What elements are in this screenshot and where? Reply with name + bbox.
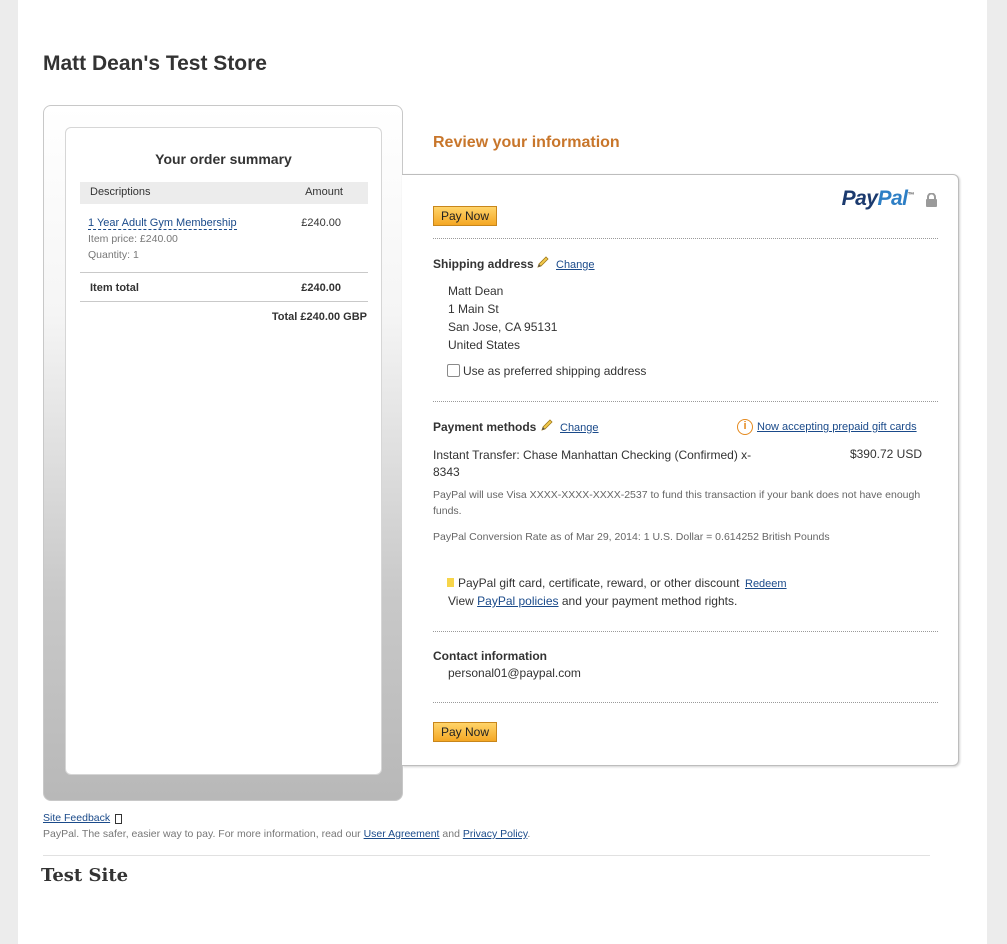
item-total-label: Item total: [90, 282, 139, 294]
payment-amount: $390.72 USD: [849, 447, 922, 461]
preferred-address-label[interactable]: Use as preferred shipping address: [463, 364, 646, 378]
col-descriptions: Descriptions: [90, 186, 151, 198]
payment-method-text: Instant Transfer: Chase Manhattan Checki…: [433, 448, 752, 479]
privacy-policy-link[interactable]: Privacy Policy: [463, 828, 528, 840]
shipping-address-heading: Shipping address: [433, 257, 534, 271]
divider: [80, 272, 368, 273]
lock-icon: [926, 193, 937, 207]
gift-cards-link[interactable]: Now accepting prepaid gift cards: [757, 421, 917, 433]
policy-suffix: and your payment method rights.: [558, 594, 738, 608]
paypal-policies-link[interactable]: PayPal policies: [477, 594, 558, 608]
logo-pal: Pal: [877, 187, 908, 210]
footer-text: PayPal. The safer, easier way to pay. Fo…: [43, 828, 530, 840]
ship-street: 1 Main St: [448, 302, 499, 316]
item-price: Item price: £240.00: [88, 233, 178, 245]
pencil-icon: [537, 256, 549, 268]
contact-info-heading: Contact information: [433, 649, 547, 663]
item-amount: £240.00: [301, 217, 341, 229]
preferred-address-checkbox[interactable]: [447, 364, 460, 377]
user-agreement-link[interactable]: User Agreement: [364, 828, 440, 840]
footer-period: .: [527, 828, 531, 840]
item-name-link[interactable]: 1 Year Adult Gym Membership: [88, 217, 237, 230]
divider: [433, 631, 938, 632]
payment-change-link[interactable]: Change: [560, 422, 599, 434]
site-feedback-link[interactable]: Site Feedback: [43, 812, 110, 824]
pencil-icon: [541, 419, 553, 431]
external-link-icon[interactable]: [115, 814, 122, 824]
review-title: Review your information: [433, 134, 620, 151]
conversion-rate-note: PayPal Conversion Rate as of Mar 29, 201…: [433, 531, 830, 543]
footer-prefix: PayPal. The safer, easier way to pay. Fo…: [43, 828, 364, 840]
pay-now-button-bottom[interactable]: Pay Now: [433, 722, 497, 742]
pay-now-button-top[interactable]: Pay Now: [433, 206, 497, 226]
footer-and: and: [439, 828, 463, 840]
site-name: Test Site: [41, 865, 129, 886]
logo-tm: ™: [907, 192, 915, 199]
divider: [433, 401, 938, 402]
shipping-change-link[interactable]: Change: [556, 259, 595, 271]
logo-pay: Pay: [841, 187, 878, 210]
ship-city: San Jose, CA 95131: [448, 320, 558, 334]
info-icon: i: [737, 419, 753, 435]
item-total-value: £240.00: [301, 282, 341, 294]
policy-line: View PayPal policies and your payment me…: [448, 594, 737, 608]
page: Matt Dean's Test Store Your order summar…: [18, 0, 987, 944]
store-title: Matt Dean's Test Store: [43, 52, 267, 75]
contact-email: personal01@paypal.com: [448, 666, 581, 680]
ship-name: Matt Dean: [448, 284, 504, 298]
col-amount: Amount: [305, 186, 343, 198]
order-summary-card: Your order summary Descriptions Amount 1…: [65, 127, 382, 775]
ship-country: United States: [448, 338, 521, 352]
payment-methods-heading: Payment methods: [433, 420, 537, 434]
policy-prefix: View: [448, 594, 478, 608]
grand-total: Total £240.00 GBP: [271, 311, 367, 323]
divider: [43, 855, 930, 856]
review-panel: PayPal™ Pay Now Shipping address Change …: [402, 174, 959, 766]
paypal-logo: PayPal™: [841, 187, 915, 211]
item-quantity: Quantity: 1: [88, 249, 139, 261]
order-summary-title: Your order summary: [155, 151, 292, 167]
gift-card-icon: [447, 578, 454, 587]
divider: [433, 238, 938, 239]
redeem-link[interactable]: Redeem: [745, 578, 787, 590]
divider: [433, 702, 938, 703]
backup-funding-note: PayPal will use Visa XXXX-XXXX-XXXX-2537…: [433, 489, 921, 517]
summary-table-header: Descriptions Amount: [80, 182, 368, 204]
divider: [80, 301, 368, 302]
order-summary-panel: Your order summary Descriptions Amount 1…: [43, 105, 403, 801]
gift-card-text: PayPal gift card, certificate, reward, o…: [458, 576, 740, 590]
